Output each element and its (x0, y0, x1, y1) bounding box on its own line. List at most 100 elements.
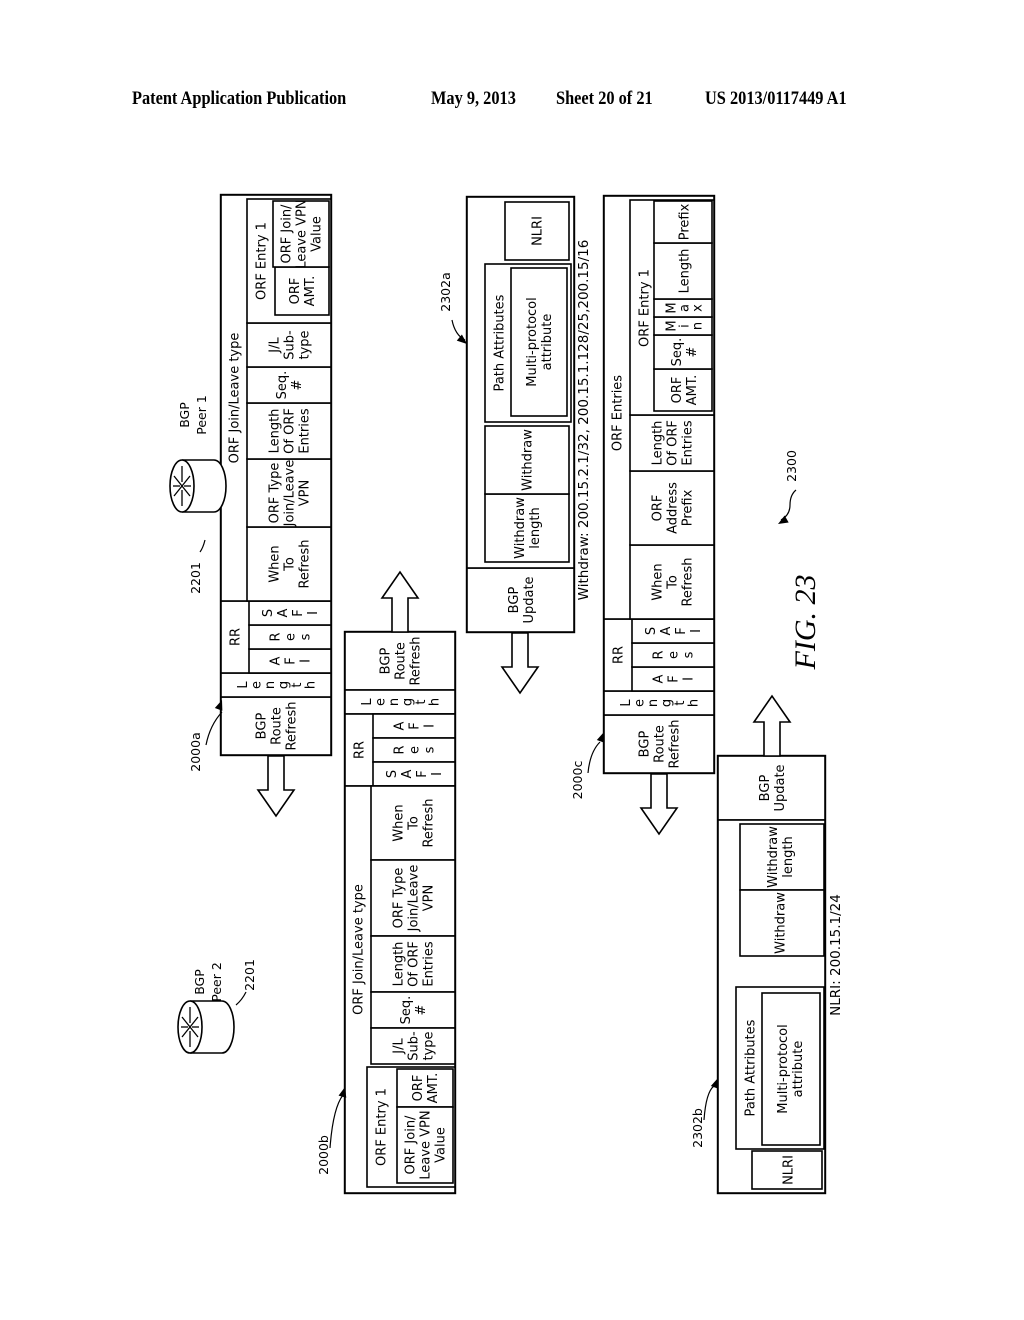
afi-label-line: A (393, 721, 408, 730)
afi-label-line: I (299, 659, 314, 663)
length-orf-entries-label: LengthOf ORFEntries (392, 941, 437, 987)
afi-label-line: I (423, 724, 438, 728)
withdraw-label-line: Withdraw (774, 892, 789, 954)
bgp-route-refresh-label-line: BGP (379, 648, 394, 675)
length-orf-entries-label-line: Length (651, 421, 666, 466)
rr-label: RR (229, 628, 244, 646)
bgp-route-refresh-label-line: Refresh (668, 719, 683, 768)
safi-label-line: S (644, 627, 659, 635)
orf-type-label-line: ORF Type (268, 463, 283, 524)
jl-subtype-label-line: type (422, 1031, 437, 1060)
ref-2302a: 2302a (438, 272, 453, 311)
nlri-label: NLRI (782, 1155, 797, 1185)
orf-amt-label: ORFAMT. (288, 276, 318, 307)
ref-2000c: 2000c (570, 761, 585, 800)
bgp-route-refresh-label-line: Route (653, 725, 668, 763)
safi-label-line: F (415, 770, 430, 777)
leader-peer-2 (235, 991, 247, 1006)
res-label: Res (652, 650, 697, 659)
safi-label-line: A (276, 608, 291, 617)
orf-join-leave-type-label-line: ORF Join/Leave type (352, 884, 367, 1015)
orf-address-prefix-label-line: ORF (651, 495, 666, 522)
orf-amt-label: ORFAMT. (411, 1073, 441, 1104)
packet-2302a: BGPUpdateWithdrawlengthWithdrawPath Attr… (465, 195, 576, 634)
bgp-route-refresh-label-line: BGP (255, 713, 270, 740)
res-label-line: e (284, 633, 299, 641)
leader-peer-1 (199, 539, 206, 553)
packet-2000a: BGPRouteRefreshLengthRRAFIResSAFIORF Joi… (219, 193, 333, 757)
nlri-label-line: NLRI (782, 1155, 797, 1185)
length-label-line: h (686, 699, 701, 707)
res-label-line: s (423, 746, 438, 753)
orf-amt-label-line: AMT. (685, 375, 700, 406)
withdraw-length-label-line: length (528, 507, 543, 548)
orf-entry-1-label: ORF Entry 1 (638, 269, 653, 347)
bgp-update-label-line: Update (773, 764, 788, 811)
orf-entry-1-label-line: ORF Entry 1 (638, 269, 653, 347)
res-label-line: R (393, 745, 408, 754)
rr-label-line: RR (353, 741, 368, 759)
multi-protocol-attribute-label-line: attribute (791, 1041, 806, 1098)
bgp-update-label-line: Update (522, 576, 537, 623)
bgp-route-refresh-label-line: Refresh (409, 636, 424, 685)
orf-entry-1-label-line: ORF Entry 1 (255, 222, 270, 300)
when-to-refresh-label-line: When (392, 804, 407, 841)
when-to-refresh-label-line: To (283, 557, 298, 572)
nlri-label: NLRI (531, 216, 546, 246)
max-label-line: x (691, 304, 706, 312)
arrow-2302b-up (752, 694, 792, 757)
when-to-refresh-label-line: Refresh (298, 539, 313, 588)
seq-label-line: # (414, 1005, 429, 1016)
orf-entry-1-label: ORF Entry 1 (375, 1088, 390, 1166)
when-to-refresh-label-line: To (407, 816, 422, 831)
ref-2000b: 2000b (316, 1135, 331, 1175)
safi-label-line: A (659, 626, 674, 635)
router-icon-peer-1 (169, 459, 227, 513)
withdraw-length-label-line: Withdraw (513, 497, 528, 559)
orf-entry-1-label-line: ORF Entry 1 (375, 1088, 390, 1166)
ref-2302b: 2302b (690, 1108, 705, 1148)
bgp-update-label-line: BGP (507, 587, 522, 614)
bgp-route-refresh-label-line: Route (394, 642, 409, 680)
nlri-label-line: NLRI (531, 216, 546, 246)
jl-subtype-label-line: J/L (268, 337, 283, 354)
orf-address-prefix-label-line: Prefix (681, 489, 696, 526)
res-label-line: e (667, 651, 682, 659)
arrow-2000a-down (256, 755, 296, 818)
length-orf-entries-label-line: Entries (681, 420, 696, 466)
rr-label: RR (612, 646, 627, 664)
length-label: Length (236, 681, 319, 690)
jl-subtype-label-line: type (298, 330, 313, 359)
length-orf-entries-label-line: Entries (422, 941, 437, 987)
orf-join-leave-type-label: ORF Join/Leave type (228, 333, 243, 464)
length-orf-entries-label-line: Entries (298, 408, 313, 454)
arrow-2000c-down (639, 773, 679, 836)
res-label-line: R (652, 650, 667, 659)
orf-amt-label-line: ORF (288, 278, 303, 305)
withdraw-label: Withdraw (774, 892, 789, 954)
vpn-value-label-line: Leave VPN (295, 199, 310, 268)
length-orf-entries-label-line: Of ORF (283, 408, 298, 454)
length-orf-entries-label-line: Of ORF (666, 420, 681, 466)
ref-2000a: 2000a (188, 732, 203, 771)
orf-amt-label-line: AMT. (303, 276, 318, 307)
peer-2-label-name: Peer 2 (209, 962, 224, 1002)
afi-label-line: A (269, 656, 284, 665)
ref-peer-2: 2201 (242, 959, 257, 991)
res-label-line: R (269, 632, 284, 641)
path-attributes-label-line: Path Attributes (493, 294, 508, 391)
res-label-line: s (682, 651, 697, 658)
length-orf-entries-label-line: Length (268, 409, 283, 454)
jl-subtype-label-line: Sub- (283, 330, 298, 360)
prefix-label: Prefix (678, 203, 693, 240)
leader-2000a (205, 711, 223, 746)
withdraw-label-line: Withdraw (521, 429, 536, 491)
seq-label-line: # (685, 347, 700, 358)
orf-address-prefix-label-line: Address (666, 482, 681, 534)
safi-label-line: S (385, 770, 400, 778)
seq-label-line: Seq. (670, 338, 685, 367)
orf-type-label-line: Join/Leave (283, 460, 298, 528)
rr-label-line: RR (612, 646, 627, 664)
when-to-refresh-label-line: To (666, 575, 681, 590)
res-label: Res (269, 632, 314, 641)
